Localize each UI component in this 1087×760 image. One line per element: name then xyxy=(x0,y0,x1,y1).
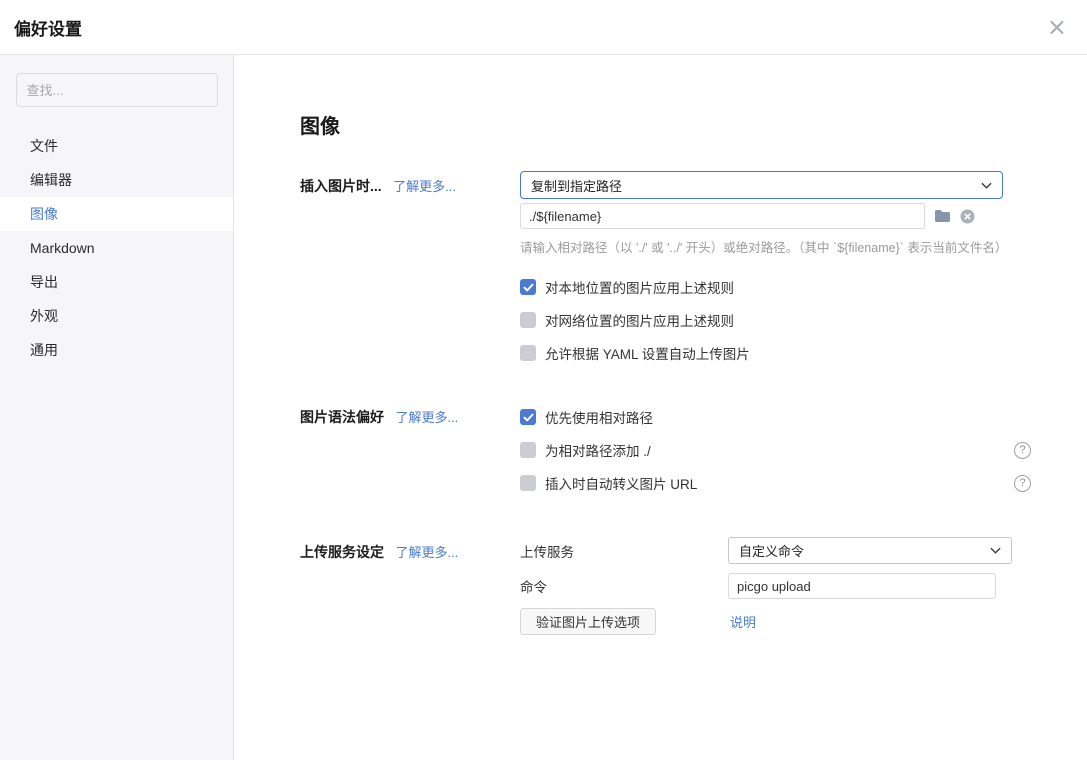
learn-more-link[interactable]: 了解更多... xyxy=(393,179,456,194)
checkbox-row: 对本地位置的图片应用上述规则 xyxy=(520,277,1031,297)
section-upload-label-col: 上传服务设定 了解更多... xyxy=(300,537,520,644)
upload-help-link[interactable]: 说明 xyxy=(730,612,756,631)
sidebar-item-file[interactable]: 文件 xyxy=(0,129,233,163)
checkbox-row: 允许根据 YAML 设置自动上传图片 xyxy=(520,343,1031,363)
section-upload-controls: 上传服务 自定义命令 命令 验证图片上传选项 xyxy=(520,537,1031,644)
validate-row: 验证图片上传选项 说明 xyxy=(520,608,1031,635)
window-title: 偏好设置 xyxy=(14,15,82,40)
insert-action-select[interactable]: 复制到指定路径 xyxy=(520,171,1003,199)
section-insert-label-col: 插入图片时... 了解更多... xyxy=(300,171,520,363)
section-insert-image: 插入图片时... 了解更多... 复制到指定路径 xyxy=(300,171,1031,363)
sidebar-item-markdown[interactable]: Markdown xyxy=(0,231,233,265)
sidebar-item-label: 导出 xyxy=(30,272,58,292)
folder-icon[interactable] xyxy=(934,209,951,223)
page-title: 图像 xyxy=(300,115,1031,139)
search-input[interactable] xyxy=(16,73,218,107)
clear-icon[interactable] xyxy=(960,209,975,224)
checkbox-add-dot-slash[interactable] xyxy=(520,442,536,458)
checkbox-row: 优先使用相对路径 xyxy=(520,407,1031,427)
path-row xyxy=(520,203,1031,229)
help-icon[interactable]: ? xyxy=(1014,442,1031,459)
sidebar-item-label: Markdown xyxy=(30,240,95,256)
checkbox-row: 对网络位置的图片应用上述规则 xyxy=(520,310,1031,330)
upload-service-select[interactable]: 自定义命令 xyxy=(728,537,1012,564)
sidebar-item-label: 外观 xyxy=(30,306,58,326)
sidebar-item-general[interactable]: 通用 xyxy=(0,333,233,367)
checkbox-row: 为相对路径添加 ./ ? xyxy=(520,440,1031,460)
sidebar-item-image[interactable]: 图像 xyxy=(0,197,233,231)
checkbox-escape-image-url[interactable] xyxy=(520,475,536,491)
sidebar-item-editor[interactable]: 编辑器 xyxy=(0,163,233,197)
copy-path-input[interactable] xyxy=(520,203,925,229)
select-value: 复制到指定路径 xyxy=(531,176,622,195)
check-icon xyxy=(523,283,534,292)
checkbox-apply-web-rule[interactable] xyxy=(520,312,536,328)
command-input[interactable] xyxy=(728,573,996,599)
sidebar-nav: 文件 编辑器 图像 Markdown 导出 外观 通用 xyxy=(0,129,233,367)
path-hint: 请输入相对路径（以 './' 或 '../' 开头）或绝对路径。（其中 `${f… xyxy=(520,237,1031,256)
help-icon[interactable]: ? xyxy=(1014,475,1031,492)
sidebar-item-export[interactable]: 导出 xyxy=(0,265,233,299)
section-syntax-controls: 优先使用相对路径 为相对路径添加 ./ ? xyxy=(520,407,1031,493)
sidebar-item-label: 编辑器 xyxy=(30,170,72,190)
validate-upload-button[interactable]: 验证图片上传选项 xyxy=(520,608,656,635)
sidebar-item-label: 通用 xyxy=(30,340,58,360)
command-label: 命令 xyxy=(520,576,728,596)
checkbox-prefer-relative-path[interactable] xyxy=(520,409,536,425)
learn-more-link[interactable]: 了解更多... xyxy=(395,545,458,560)
section-insert-controls: 复制到指定路径 xyxy=(520,171,1031,363)
checkbox-label: 为相对路径添加 ./ xyxy=(545,440,651,460)
insert-checkbox-list: 对本地位置的图片应用上述规则 对网络位置的图片应用上述规则 xyxy=(520,277,1031,363)
checkbox-yaml-auto-upload[interactable] xyxy=(520,345,536,361)
sidebar: 文件 编辑器 图像 Markdown 导出 外观 通用 xyxy=(0,55,234,760)
section-syntax-label-col: 图片语法偏好 了解更多... xyxy=(300,407,520,493)
close-icon[interactable]: × xyxy=(1047,15,1067,39)
checkbox-label: 允许根据 YAML 设置自动上传图片 xyxy=(545,343,750,363)
select-value: 自定义命令 xyxy=(739,541,804,560)
preferences-window: 偏好设置 × 文件 编辑器 图像 Markdown 导出 xyxy=(0,0,1087,760)
sidebar-item-label: 图像 xyxy=(30,204,58,224)
section-label: 图片语法偏好 xyxy=(300,409,384,425)
checkbox-row: 插入时自动转义图片 URL ? xyxy=(520,473,1031,493)
section-image-syntax: 图片语法偏好 了解更多... 优先使用相对路径 xyxy=(300,407,1031,493)
command-row: 命令 xyxy=(520,573,1031,599)
checkbox-apply-local-rule[interactable] xyxy=(520,279,536,295)
titlebar: 偏好设置 × xyxy=(0,0,1087,55)
section-upload-service: 上传服务设定 了解更多... 上传服务 自定义命令 xyxy=(300,537,1031,644)
check-icon xyxy=(523,413,534,422)
upload-service-label: 上传服务 xyxy=(520,541,728,561)
checkbox-label: 对本地位置的图片应用上述规则 xyxy=(545,277,734,297)
chevron-down-icon xyxy=(981,182,992,189)
window-body: 文件 编辑器 图像 Markdown 导出 外观 通用 xyxy=(0,55,1087,760)
sidebar-item-appearance[interactable]: 外观 xyxy=(0,299,233,333)
section-label: 上传服务设定 xyxy=(300,544,384,560)
checkbox-label: 优先使用相对路径 xyxy=(545,407,653,427)
syntax-checkbox-list: 优先使用相对路径 为相对路径添加 ./ ? xyxy=(520,407,1031,493)
settings-panel: 图像 插入图片时... 了解更多... 复制到指定路径 xyxy=(234,55,1087,760)
upload-service-row: 上传服务 自定义命令 xyxy=(520,537,1031,564)
checkbox-label: 对网络位置的图片应用上述规则 xyxy=(545,310,734,330)
section-label: 插入图片时... xyxy=(300,178,382,194)
learn-more-link[interactable]: 了解更多... xyxy=(395,410,458,425)
checkbox-label: 插入时自动转义图片 URL xyxy=(545,473,697,493)
sidebar-item-label: 文件 xyxy=(30,136,58,156)
chevron-down-icon xyxy=(990,547,1001,554)
